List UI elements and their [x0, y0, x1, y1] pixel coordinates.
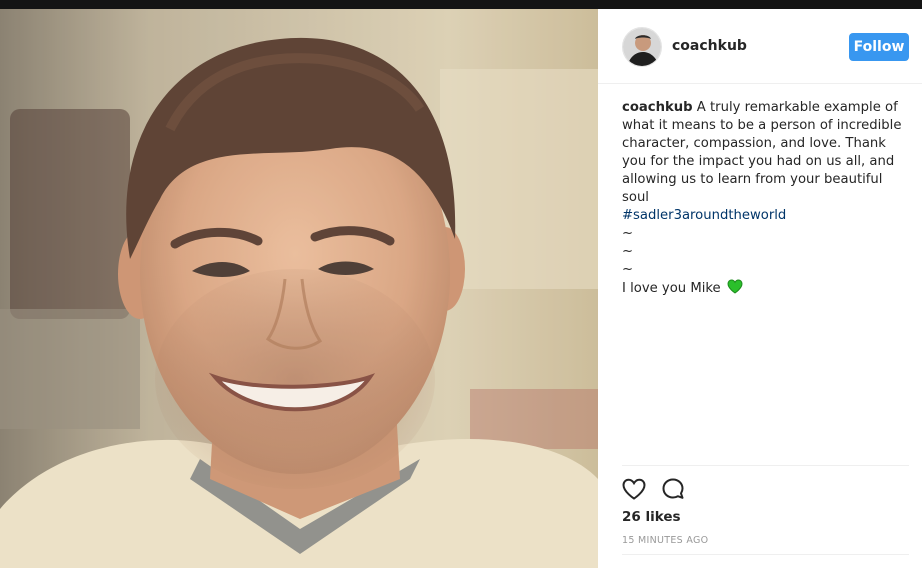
heart-outline-icon: [620, 478, 648, 507]
header-username[interactable]: coachkub: [672, 38, 747, 54]
caption-closing-line: I love you Mike: [622, 279, 912, 300]
portrait-image: [0, 9, 598, 568]
post-caption: coachkub A truly remarkable example of w…: [622, 99, 912, 300]
post-timestamp[interactable]: 15 MINUTES AGO: [622, 535, 708, 546]
avatar[interactable]: [622, 27, 662, 67]
avatar-image: [623, 28, 661, 66]
follow-button[interactable]: Follow: [849, 33, 909, 61]
caption-username[interactable]: coachkub: [622, 100, 693, 115]
section-divider: [622, 465, 909, 466]
green-heart-emoji-icon: [727, 279, 743, 300]
post-sidebar: coachkub Follow coachkub A truly remarka…: [598, 9, 922, 568]
likes-count[interactable]: 26 likes: [622, 509, 681, 525]
caption-text: A truly remarkable example of what it me…: [622, 100, 902, 205]
post-photo[interactable]: [0, 9, 598, 568]
caption-tilde-2: ~: [622, 244, 634, 259]
post-header: coachkub Follow: [598, 9, 922, 84]
top-strip: [0, 0, 922, 9]
caption-closing-text: I love you Mike: [622, 281, 721, 296]
comment-bubble-icon: [659, 478, 687, 507]
section-divider-bottom: [622, 554, 909, 555]
caption-tilde-1: ~: [622, 226, 634, 241]
caption-tilde-3: ~: [622, 262, 634, 277]
comment-button[interactable]: [659, 475, 687, 503]
like-button[interactable]: [620, 475, 648, 503]
caption-hashtag[interactable]: #sadler3aroundtheworld: [622, 207, 912, 225]
